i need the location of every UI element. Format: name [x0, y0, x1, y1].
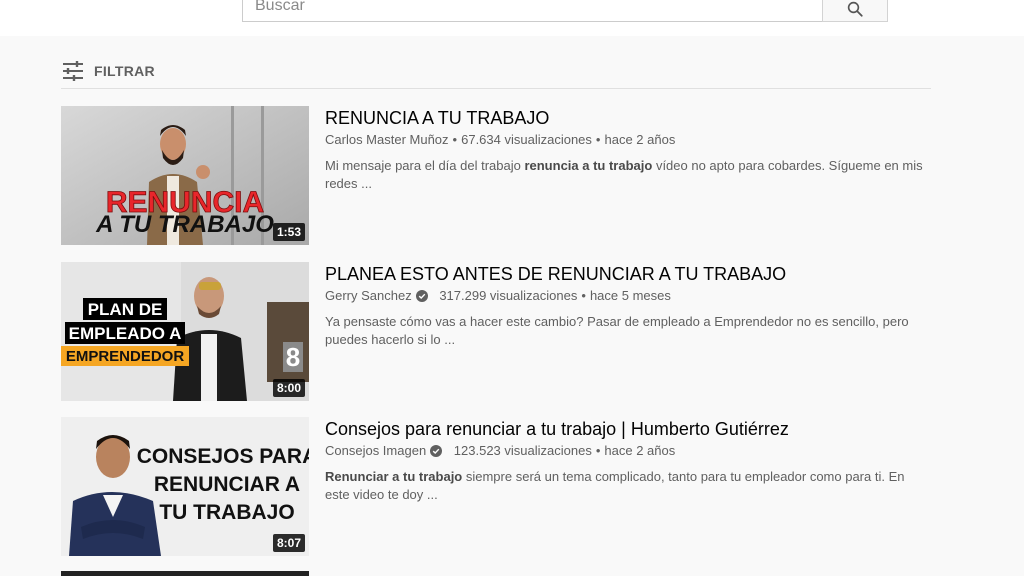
- svg-text:8: 8: [286, 342, 300, 372]
- thumbnail-text: EMPRENDEDOR: [66, 348, 185, 365]
- thumbnail-text: EMPLEADO A: [69, 324, 182, 343]
- video-result[interactable]: CONSEJOS PARA RENUNCIAR A TU TRABAJO 8:0…: [61, 417, 931, 557]
- view-count: 123.523 visualizaciones: [453, 443, 592, 458]
- video-duration: 8:07: [272, 534, 305, 552]
- thumbnail-text: CONSEJOS PARA: [137, 445, 309, 468]
- video-info: RENUNCIA A TU TRABAJO Carlos Master Muño…: [325, 106, 935, 193]
- verified-check-icon: [415, 290, 428, 302]
- video-thumbnail[interactable]: CONSEJOS PARA RENUNCIAR A TU TRABAJO 8:0…: [61, 417, 309, 556]
- thumbnail-image: CONSEJOS PARA RENUNCIAR A TU TRABAJO: [61, 417, 309, 556]
- video-thumbnail[interactable]: RENUNCIA A TU TRABAJO 1:53: [61, 106, 309, 245]
- video-description: Ya pensaste cómo vas a hacer este cambio…: [325, 314, 909, 347]
- thumbnail-image: RENUNCIA A TU TRABAJO: [61, 106, 309, 245]
- video-result[interactable]: RENUNCIA A TU TRABAJO 1:53 RENUNCIA A TU…: [61, 106, 931, 246]
- video-meta: Gerry Sanchez 317.299 visualizaciones • …: [325, 287, 671, 305]
- filter-button[interactable]: FILTRAR: [62, 60, 155, 82]
- video-info: Consejos para renunciar a tu trabajo | H…: [325, 417, 935, 504]
- thumbnail-text: RENUNCIAR A: [154, 473, 300, 496]
- video-description: Renunciar a tu trabajo siempre será un t…: [325, 469, 905, 502]
- channel-name[interactable]: Carlos Master Muñoz: [325, 131, 449, 149]
- search-button[interactable]: [822, 0, 888, 22]
- video-title[interactable]: PLANEA ESTO ANTES DE RENUNCIAR A TU TRAB…: [325, 262, 935, 286]
- upload-age: hace 5 meses: [589, 288, 671, 303]
- video-info: PLANEA ESTO ANTES DE RENUNCIAR A TU TRAB…: [325, 262, 935, 349]
- filter-sliders-icon: [63, 61, 83, 81]
- search-box[interactable]: [242, 0, 822, 22]
- video-duration: 1:53: [272, 223, 305, 241]
- divider: [61, 88, 931, 89]
- thumbnail-image: 8 PLAN DE EMPLEADO A EMPRENDEDOR: [61, 262, 309, 401]
- video-thumbnail-partial[interactable]: [61, 571, 309, 576]
- video-meta: Consejos Imagen 123.523 visualizaciones …: [325, 442, 676, 460]
- verified-check-icon: [430, 445, 443, 457]
- top-bar: [0, 0, 1024, 36]
- video-thumbnail[interactable]: 8 PLAN DE EMPLEADO A EMPRENDEDOR 8:00: [61, 262, 309, 401]
- channel-name[interactable]: Consejos Imagen: [325, 442, 426, 460]
- video-title[interactable]: Consejos para renunciar a tu trabajo | H…: [325, 417, 935, 441]
- search-input[interactable]: [243, 0, 822, 21]
- thumbnail-text: A TU TRABAJO: [95, 211, 274, 238]
- view-count: 317.299 visualizaciones: [439, 288, 578, 303]
- search-icon: [847, 1, 863, 17]
- thumbnail-text: PLAN DE: [88, 300, 163, 319]
- upload-age: hace 2 años: [604, 443, 676, 458]
- channel-name[interactable]: Gerry Sanchez: [325, 287, 412, 305]
- video-duration: 8:00: [272, 379, 305, 397]
- filter-label: FILTRAR: [94, 63, 155, 79]
- video-result[interactable]: 8 PLAN DE EMPLEADO A EMPRENDEDOR 8:00 PL…: [61, 262, 931, 402]
- video-title[interactable]: RENUNCIA A TU TRABAJO: [325, 106, 935, 130]
- video-meta: Carlos Master Muñoz • 67.634 visualizaci…: [325, 131, 676, 149]
- video-description: Mi mensaje para el día del trabajo renun…: [325, 158, 923, 191]
- thumbnail-text: TU TRABAJO: [159, 501, 294, 524]
- upload-age: hace 2 años: [604, 132, 676, 147]
- view-count: 67.634 visualizaciones: [461, 132, 592, 147]
